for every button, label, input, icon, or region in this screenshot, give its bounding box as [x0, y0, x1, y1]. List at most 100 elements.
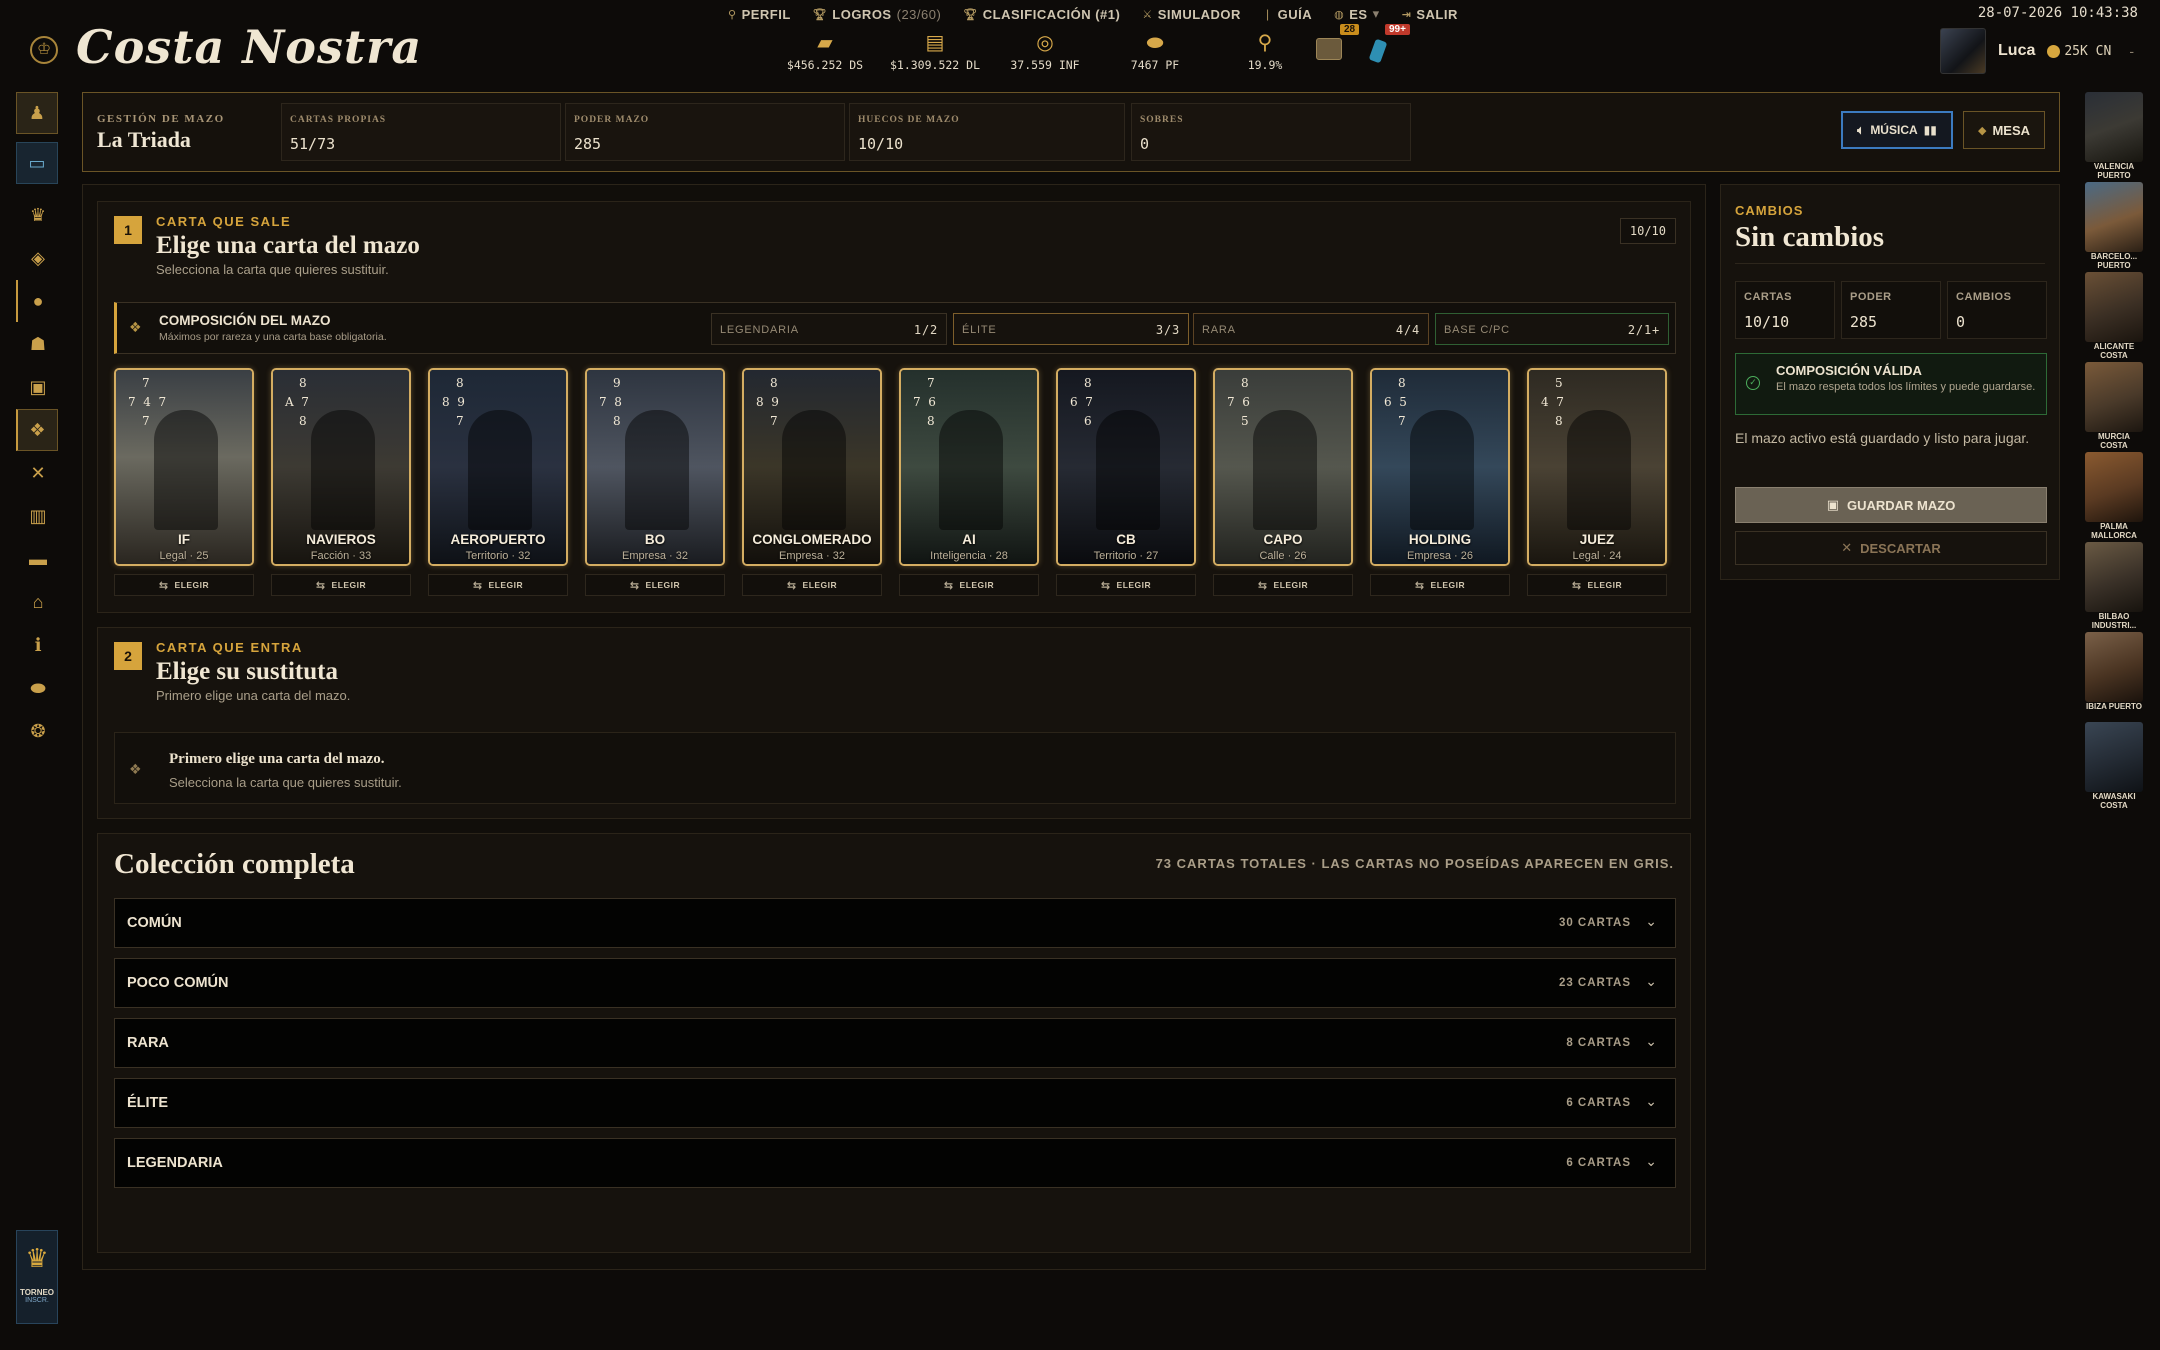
tournament-button[interactable]: ♛ TORNEO INSCR.	[16, 1230, 58, 1324]
deck-count: 10/10	[1619, 218, 1676, 244]
city-palma[interactable]: PALMA MALLORCA	[2084, 452, 2144, 542]
save-deck-button[interactable]: ▣ GUARDAR MAZO	[1735, 487, 2047, 523]
deck-card[interactable]: 86 7 6 CB Territorio · 27	[1056, 368, 1196, 566]
nav-achievements[interactable]: 🏆︎ LOGROS (23/60)	[813, 4, 942, 24]
user-name: Luca	[1998, 42, 2036, 59]
rarity-group-common[interactable]: COMÚN 30 CARTAS ⌄	[114, 898, 1676, 948]
rarity-group-uncommon[interactable]: POCO COMÚN 23 CARTAS ⌄	[114, 958, 1676, 1008]
rarity-group-elite[interactable]: ÉLITE 6 CARTAS ⌄	[114, 1078, 1676, 1128]
limit-elite: ÉLITE 3/3	[953, 313, 1189, 345]
stat-packs: SOBRES 0	[1131, 103, 1411, 161]
crown-icon: ♛	[29, 204, 47, 225]
city-valencia[interactable]: VALENCIA PUERTO	[2084, 92, 2144, 182]
city-murcia[interactable]: MURCIA COSTA	[2084, 362, 2144, 452]
choose-card-button[interactable]: ⇆ ELEGIR	[1056, 574, 1196, 596]
nav-profile[interactable]: ⚲ PERFIL	[728, 4, 791, 24]
inbox-icon[interactable]	[1316, 38, 1342, 60]
card-figure	[782, 410, 846, 530]
sidebar-item-deck[interactable]: ❖	[16, 409, 58, 451]
app-logo: Costa Nostra	[76, 20, 423, 74]
rarity-group-rare[interactable]: RARA 8 CARTAS ⌄	[114, 1018, 1676, 1068]
discard-button[interactable]: ✕ DESCARTAR	[1735, 531, 2047, 565]
coin-icon	[2047, 44, 2061, 58]
deck-card[interactable]: 88 9 7 CONGLOMERADO Empresa · 32	[742, 368, 882, 566]
sidebar-item-shop[interactable]: ⌂	[16, 581, 58, 623]
sidebar-item-vehicles[interactable]: ▬	[16, 538, 58, 580]
choose-card-button[interactable]: ⇆ ELEGIR	[1527, 574, 1667, 596]
deck-card[interactable]: 8A 7 8 NAVIEROS Facción · 33	[271, 368, 411, 566]
city-ibiza[interactable]: IBIZA PUERTO	[2084, 632, 2144, 722]
cash-stack-icon: ▰	[817, 32, 833, 54]
card-figure	[1410, 410, 1474, 530]
card-deck-icon: ❖	[29, 419, 46, 440]
swap-icon: ⇆	[1414, 579, 1425, 592]
card-stats: 88 97	[442, 376, 465, 428]
empty-state-title: Primero elige una carta del mazo.	[169, 751, 385, 767]
sidebar-item-economy[interactable]: ●	[16, 280, 58, 322]
city-bilbao[interactable]: BILBAO INDUSTRI...	[2084, 542, 2144, 632]
choose-card-button[interactable]: ⇆ ELEGIR	[742, 574, 882, 596]
deck-card[interactable]: 54 7 8 JUEZ Legal · 24	[1527, 368, 1667, 566]
collection-note: 73 CARTAS TOTALES · LAS CARTAS NO POSEÍD…	[1155, 856, 1674, 871]
city-barcelona[interactable]: BARCELO... PUERTO	[2084, 182, 2144, 272]
sidebar-item-boss[interactable]: ♟	[16, 92, 58, 134]
deck-card[interactable]: 87 6 5 CAPO Calle · 26	[1213, 368, 1353, 566]
choose-card-button[interactable]: ⇆ ELEGIR	[428, 574, 568, 596]
composition-title: COMPOSICIÓN DEL MAZO	[159, 313, 331, 328]
nav-guide[interactable]: ❘ GUÍA	[1263, 4, 1312, 24]
sidebar-item-crew[interactable]: ☗	[16, 323, 58, 365]
card-stats: 97 88	[599, 376, 622, 428]
nav-ranking[interactable]: 🏆︎ CLASIFICACIÓN (#1)	[963, 4, 1120, 24]
deck-card[interactable]: 86 5 7 HOLDING Empresa · 26	[1370, 368, 1510, 566]
choose-card-button[interactable]: ⇆ ELEGIR	[1213, 574, 1353, 596]
nav-simulator[interactable]: ⚔ SIMULADOR	[1142, 4, 1241, 24]
sidebar-item-buildings[interactable]: ▥	[16, 495, 58, 537]
changes-stat-changes: CAMBIOS 0	[1947, 281, 2047, 339]
phone-icon[interactable]	[1368, 38, 1388, 64]
shop-icon: ⌂	[32, 591, 44, 612]
deck-card-slot: 97 8 8 BO Empresa · 32 ⇆ ELEGIR	[585, 368, 725, 596]
choose-card-button[interactable]: ⇆ ELEGIR	[114, 574, 254, 596]
limit-legendary: LEGENDARIA 1/2	[711, 313, 947, 345]
city-thumbnail	[2085, 272, 2143, 342]
deck-card[interactable]: 77 4 7 7 IF Legal · 25	[114, 368, 254, 566]
nav-logout[interactable]: ⇥ SALIR	[1402, 4, 1458, 24]
banknotes-icon: ▤	[925, 32, 945, 54]
deck-card[interactable]: 88 9 7 AEROPUERTO Territorio · 32	[428, 368, 568, 566]
chevron-down-icon: ⌄	[1645, 913, 1657, 929]
choose-card-button[interactable]: ⇆ ELEGIR	[899, 574, 1039, 596]
sidebar-item-crown[interactable]: ♛	[16, 194, 58, 236]
stat-owned-cards: CARTAS PROPIAS 51/73	[281, 103, 561, 161]
deck-card[interactable]: 97 8 8 BO Empresa · 32	[585, 368, 725, 566]
sidebar-item-combat[interactable]: ✕	[16, 452, 58, 494]
empty-state-subtitle: Selecciona la carta que quieres sustitui…	[169, 775, 402, 790]
choose-card-button[interactable]: ⇆ ELEGIR	[271, 574, 411, 596]
choose-card-button[interactable]: ⇆ ELEGIR	[1370, 574, 1510, 596]
sidebar-item-clan[interactable]: ❂	[16, 710, 58, 752]
rarity-group-legendary[interactable]: LEGENDARIA 6 CARTAS ⌄	[114, 1138, 1676, 1188]
sidebar-item-market[interactable]: ⬬	[16, 667, 58, 709]
city-kawasaki[interactable]: KAWASAKI COSTA	[2084, 722, 2144, 812]
user-menu-toggle[interactable]: -	[2129, 43, 2134, 59]
deck-header: GESTIÓN DE MAZO La Triada CARTAS PROPIAS…	[82, 92, 2060, 172]
nav-language[interactable]: ◍ ES ▾	[1334, 4, 1379, 24]
resources-bar: ▰ $456.252 DS ▤ $1.309.522 DL ◎ 37.559 INF …	[770, 30, 1320, 74]
table-button[interactable]: ◆ MESA	[1963, 111, 2045, 149]
sidebar-item-documents[interactable]: ▣	[16, 366, 58, 408]
city-alicante[interactable]: ALICANTE COSTA	[2084, 272, 2144, 362]
deck-card[interactable]: 77 6 8 AI Inteligencia · 28	[899, 368, 1039, 566]
card-name: AI	[962, 532, 976, 547]
sidebar-item-chat[interactable]: ▭	[16, 142, 58, 184]
sidebar-item-map[interactable]: ◈	[16, 237, 58, 279]
document-icon: ▣	[29, 376, 47, 397]
step-number: 2	[114, 642, 142, 670]
user-menu[interactable]: Luca 25K CN -	[1940, 28, 2134, 74]
swap-icon: ⇆	[1100, 579, 1111, 592]
sidebar-item-info[interactable]: ℹ	[16, 624, 58, 666]
phone-badge: 99+	[1385, 24, 1410, 35]
music-button[interactable]: 🔈︎ MÚSICA ▮▮	[1841, 111, 1953, 149]
header-subtitle: GESTIÓN DE MAZO	[97, 113, 225, 125]
choose-card-button[interactable]: ⇆ ELEGIR	[585, 574, 725, 596]
building-icon: ▥	[29, 505, 47, 526]
deck-card-slot: 87 6 5 CAPO Calle · 26 ⇆ ELEGIR	[1213, 368, 1353, 596]
